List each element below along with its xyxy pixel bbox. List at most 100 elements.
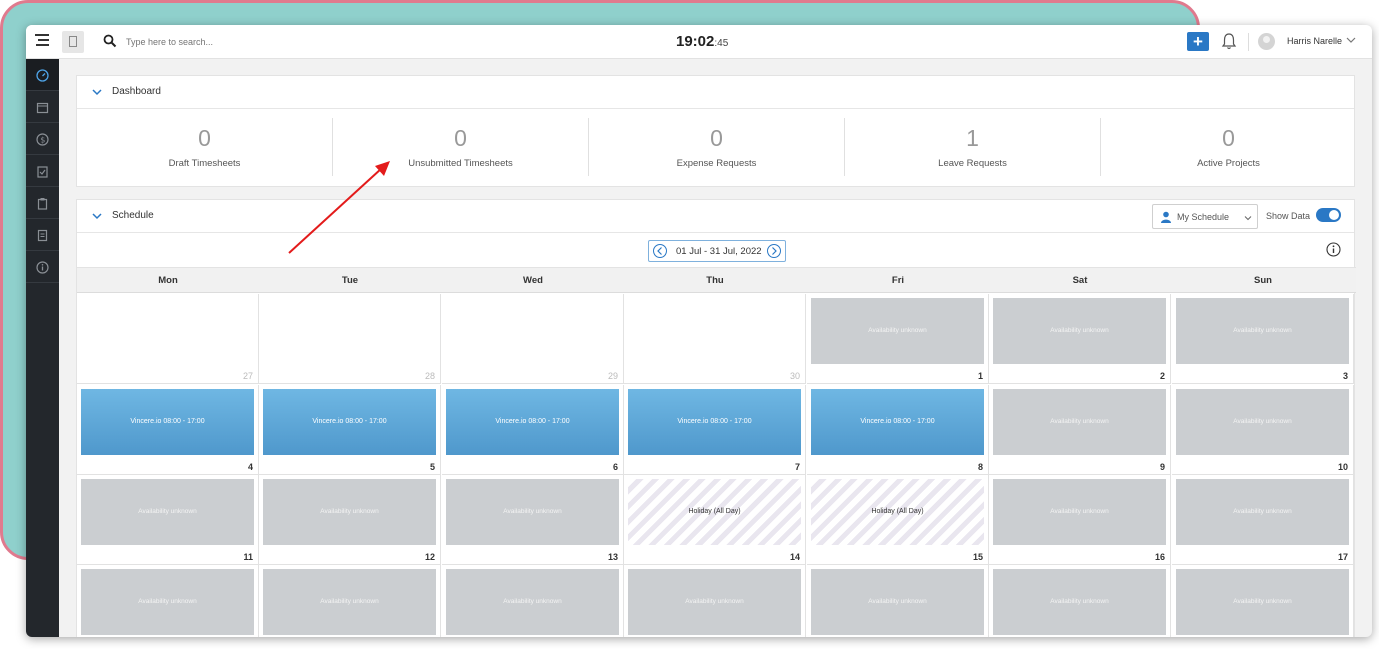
shift-block[interactable]: Vincere.io 08:00 - 17:00 [81, 389, 254, 455]
holiday-block[interactable]: Holiday (All Day) [811, 479, 984, 545]
day-number: 13 [607, 552, 618, 562]
app-window: 19:02:45 + Harris Narelle $ [26, 25, 1372, 637]
availability-block[interactable]: Availability unknown [1176, 569, 1349, 635]
stat-unsubmitted-timesheets[interactable]: 0 Unsubmitted Timesheets [333, 109, 588, 187]
calendar-day-cell[interactable]: Availability unknown [624, 565, 806, 637]
info-icon[interactable] [1326, 242, 1341, 257]
availability-block[interactable]: Availability unknown [993, 479, 1166, 545]
block-text: Holiday (All Day) [688, 508, 741, 515]
calendar-day-cell[interactable]: Availability unknown 3 [1172, 294, 1354, 384]
menu-toggle-icon[interactable] [35, 34, 49, 48]
calendar-day-cell[interactable]: Vincere.io 08:00 - 17:00 6 [442, 385, 624, 475]
search-input[interactable] [126, 33, 426, 51]
sidebar-item-timesheets[interactable] [26, 155, 59, 187]
block-text: Availability unknown [1233, 508, 1292, 515]
top-bar: 19:02:45 + Harris Narelle [26, 25, 1372, 59]
availability-block[interactable]: Availability unknown [446, 479, 619, 545]
availability-block[interactable]: Availability unknown [1176, 298, 1349, 364]
stat-expense-requests[interactable]: 0 Expense Requests [589, 109, 844, 187]
availability-block[interactable]: Availability unknown [811, 569, 984, 635]
chevron-down-icon[interactable] [92, 211, 102, 221]
dashboard-header[interactable]: Dashboard [77, 76, 1354, 109]
calendar-day-cell[interactable]: Availability unknown 12 [259, 475, 441, 565]
calendar-day-cell[interactable]: Availability unknown [259, 565, 441, 637]
availability-block[interactable]: Availability unknown [811, 298, 984, 364]
bell-icon[interactable] [1221, 32, 1237, 50]
add-button[interactable]: + [1187, 32, 1209, 51]
weekday-thu: Thu [706, 275, 724, 286]
schedule-header[interactable]: Schedule My Schedule Show Data [77, 200, 1354, 233]
stat-value: 0 [710, 125, 723, 151]
calendar-day-cell[interactable]: 30 [624, 294, 806, 384]
show-data-label: Show Data [1266, 211, 1311, 221]
sidebar-item-info[interactable] [26, 251, 59, 283]
block-text: Availability unknown [1050, 508, 1109, 515]
calendar-day-cell[interactable]: 28 [259, 294, 441, 384]
calendar-day-cell[interactable]: Vincere.io 08:00 - 17:00 4 [77, 385, 259, 475]
chevron-down-icon [1244, 216, 1252, 221]
calendar-day-cell[interactable]: Vincere.io 08:00 - 17:00 5 [259, 385, 441, 475]
availability-block[interactable]: Availability unknown [81, 479, 254, 545]
stat-label: Draft Timesheets [168, 158, 241, 169]
chevron-down-icon[interactable] [92, 87, 102, 97]
weekday-mon: Mon [158, 275, 178, 286]
next-arrow-icon[interactable] [766, 243, 782, 259]
calendar-day-cell[interactable]: Availability unknown 17 [1172, 475, 1354, 565]
block-text: Availability unknown [1233, 327, 1292, 334]
calendar-day-cell[interactable]: Availability unknown 16 [989, 475, 1171, 565]
day-number: 9 [1159, 462, 1165, 472]
availability-block[interactable]: Availability unknown [263, 479, 436, 545]
calendar-day-cell[interactable]: Availability unknown [77, 565, 259, 637]
calendar-day-cell[interactable]: Availability unknown 2 [989, 294, 1171, 384]
availability-block[interactable]: Availability unknown [1176, 479, 1349, 545]
sidebar-item-requests[interactable] [26, 187, 59, 219]
availability-block[interactable]: Availability unknown [81, 569, 254, 635]
calendar-day-cell[interactable]: Availability unknown 9 [989, 385, 1171, 475]
stat-draft-timesheets[interactable]: 0 Draft Timesheets [77, 109, 332, 187]
document-button[interactable] [62, 31, 84, 53]
availability-block[interactable]: Availability unknown [1176, 389, 1349, 455]
schedule-filter-select[interactable]: My Schedule [1152, 204, 1258, 229]
stat-active-projects[interactable]: 0 Active Projects [1101, 109, 1356, 187]
calendar-day-cell[interactable]: Vincere.io 08:00 - 17:00 7 [624, 385, 806, 475]
sidebar-item-documents[interactable] [26, 219, 59, 251]
calendar-day-cell[interactable]: Vincere.io 08:00 - 17:00 8 [807, 385, 989, 475]
calendar-day-cell[interactable]: Availability unknown [442, 565, 624, 637]
sidebar-item-expenses[interactable]: $ [26, 123, 59, 155]
shift-block[interactable]: Vincere.io 08:00 - 17:00 [628, 389, 801, 455]
calendar-day-cell[interactable]: 29 [442, 294, 624, 384]
clock-seconds: :45 [714, 38, 729, 49]
show-data-toggle[interactable] [1316, 208, 1341, 222]
shift-block[interactable]: Vincere.io 08:00 - 17:00 [263, 389, 436, 455]
calendar-day-cell[interactable]: Availability unknown [807, 565, 989, 637]
availability-block[interactable]: Availability unknown [263, 569, 436, 635]
calendar-day-cell[interactable]: Availability unknown 11 [77, 475, 259, 565]
shift-block[interactable]: Vincere.io 08:00 - 17:00 [446, 389, 619, 455]
shift-block[interactable]: Vincere.io 08:00 - 17:00 [811, 389, 984, 455]
holiday-block[interactable]: Holiday (All Day) [628, 479, 801, 545]
sidebar-item-calendar[interactable] [26, 91, 59, 123]
prev-arrow-icon[interactable] [652, 243, 668, 259]
availability-block[interactable]: Availability unknown [993, 389, 1166, 455]
availability-block[interactable]: Availability unknown [993, 569, 1166, 635]
user-name[interactable]: Harris Narelle [1287, 36, 1342, 46]
availability-block[interactable]: Availability unknown [993, 298, 1166, 364]
avatar[interactable] [1258, 33, 1275, 50]
calendar-day-cell[interactable]: Availability unknown 1 [807, 294, 989, 384]
document-icon [37, 229, 48, 242]
calendar-icon [36, 102, 49, 114]
stat-leave-requests[interactable]: 1 Leave Requests [845, 109, 1100, 187]
sidebar-item-dashboard[interactable] [26, 59, 59, 91]
calendar-day-cell[interactable]: 27 [77, 294, 259, 384]
calendar-day-cell[interactable]: Availability unknown [989, 565, 1171, 637]
calendar-day-cell[interactable]: Holiday (All Day) 15 [807, 475, 989, 565]
availability-block[interactable]: Availability unknown [446, 569, 619, 635]
calendar-day-cell[interactable]: Availability unknown [1172, 565, 1354, 637]
weekday-wed: Wed [523, 275, 543, 286]
calendar-day-cell[interactable]: Holiday (All Day) 14 [624, 475, 806, 565]
calendar-day-cell[interactable]: Availability unknown 10 [1172, 385, 1354, 475]
calendar-day-cell[interactable]: Availability unknown 13 [442, 475, 624, 565]
search-icon [103, 34, 117, 48]
chevron-down-icon[interactable] [1346, 35, 1356, 45]
availability-block[interactable]: Availability unknown [628, 569, 801, 635]
